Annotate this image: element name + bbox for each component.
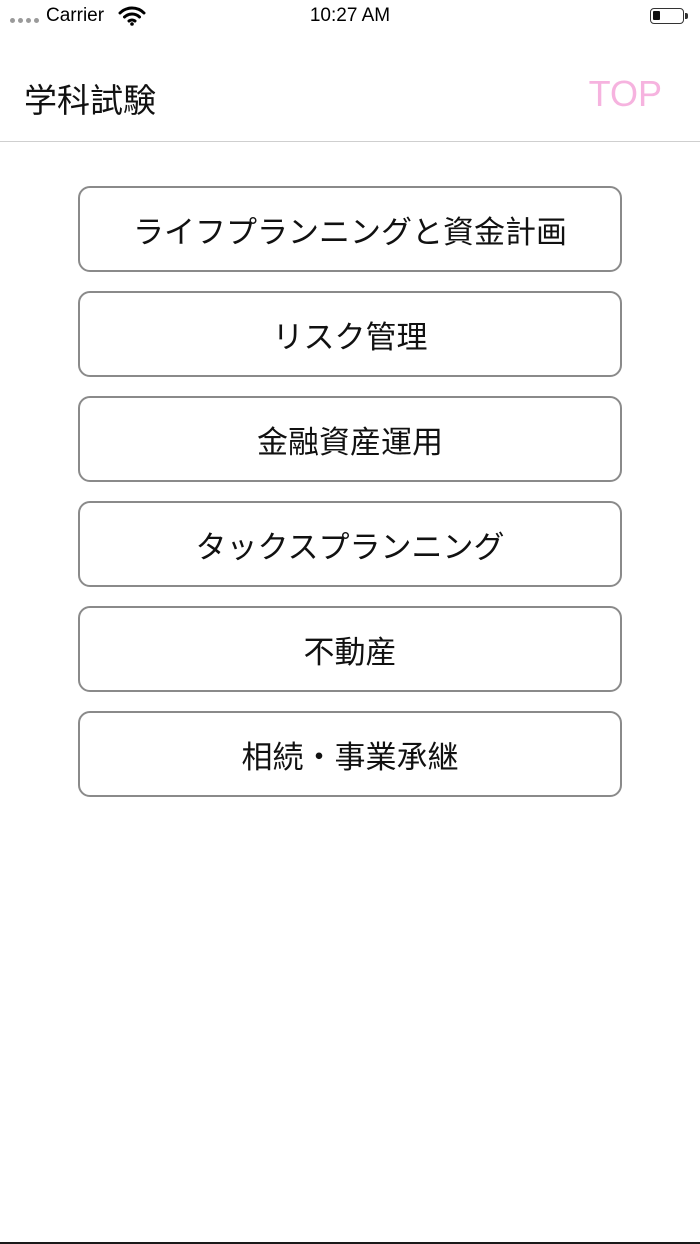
navigation-bar: 学科試験 TOP — [0, 34, 700, 142]
subject-button-real-estate[interactable]: 不動産 — [78, 606, 622, 692]
subject-button-life-planning[interactable]: ライフプランニングと資金計画 — [78, 186, 622, 272]
subject-button-financial-assets[interactable]: 金融資産運用 — [78, 396, 622, 482]
status-bar: Carrier 10:27 AM — [0, 0, 700, 34]
top-button[interactable]: TOP — [589, 73, 662, 115]
subject-button-tax-planning[interactable]: タックスプランニング — [78, 501, 622, 587]
subject-button-risk-management[interactable]: リスク管理 — [78, 291, 622, 377]
battery-icon — [650, 8, 688, 24]
battery-level — [653, 11, 660, 20]
status-time: 10:27 AM — [309, 5, 391, 26]
page-title: 学科試験 — [24, 81, 156, 120]
subject-button-inheritance[interactable]: 相続・事業承継 — [78, 711, 622, 797]
subject-menu: ライフプランニングと資金計画 リスク管理 金融資産運用 タックスプランニング 不… — [78, 186, 622, 816]
